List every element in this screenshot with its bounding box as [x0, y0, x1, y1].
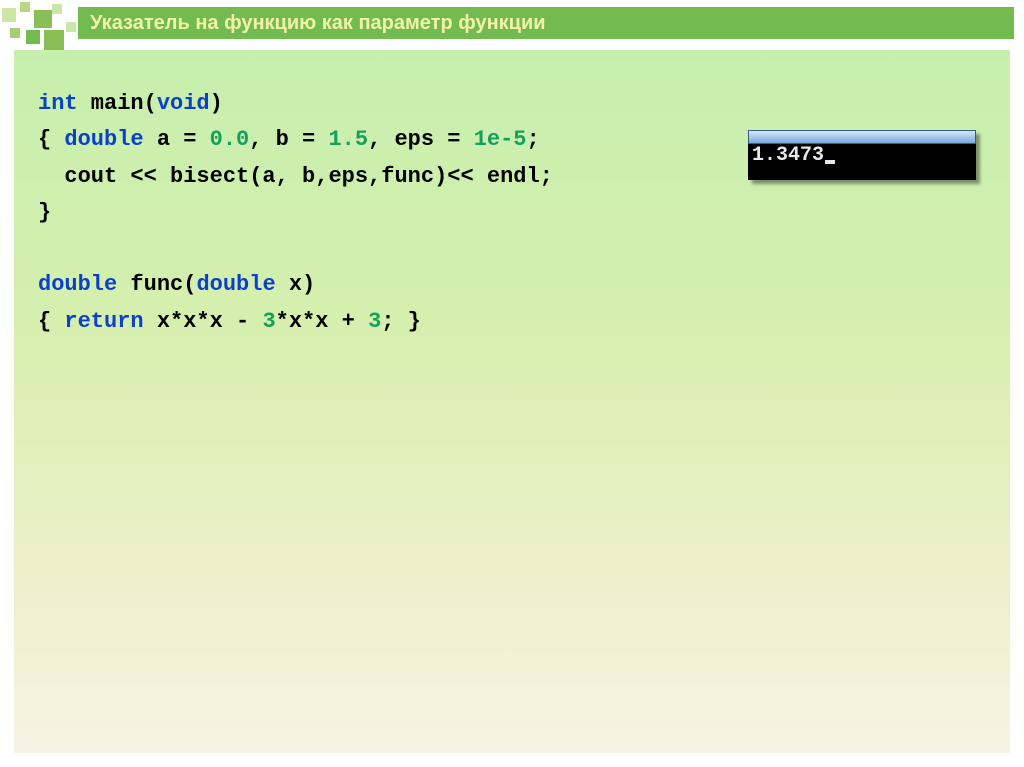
console-output: 1.3473 — [752, 146, 824, 166]
code-token: 1.5 — [328, 127, 368, 152]
code-token: ; — [527, 127, 540, 152]
code-token: 3 — [368, 309, 381, 334]
code-token: return — [64, 309, 143, 334]
code-token: cout << bisect(a, b,eps,func)<< endl; — [38, 164, 553, 189]
code-token: func( — [117, 272, 196, 297]
code-token: , eps = — [368, 127, 474, 152]
code-token: double — [38, 272, 117, 297]
code-token: x*x*x - — [144, 309, 263, 334]
title-bar: Указатель на функцию как параметр функци… — [78, 7, 1014, 39]
code-token: main( — [78, 91, 157, 116]
code-token: 3 — [262, 309, 275, 334]
code-token: x) — [276, 272, 316, 297]
code-token: } — [38, 200, 51, 225]
code-token: ) — [210, 91, 223, 116]
console-window: 1.3473 — [748, 130, 976, 180]
code-token: ; } — [381, 309, 421, 334]
code-token: { — [38, 127, 64, 152]
slide-title: Указатель на функцию как параметр функци… — [90, 12, 546, 35]
code-token: double — [64, 127, 143, 152]
code-token: *x*x + — [276, 309, 368, 334]
corner-decoration — [0, 0, 90, 48]
code-token: 0.0 — [210, 127, 250, 152]
code-token: a = — [144, 127, 210, 152]
code-token: void — [157, 91, 210, 116]
slide: Указатель на функцию как параметр функци… — [0, 0, 1024, 767]
console-titlebar — [748, 130, 976, 144]
cursor-icon — [825, 160, 835, 164]
code-token: 1e-5 — [474, 127, 527, 152]
code-token: double — [196, 272, 275, 297]
code-token: int — [38, 91, 78, 116]
console-output-area: 1.3473 — [748, 144, 976, 180]
code-block: int main(void) { double a = 0.0, b = 1.5… — [38, 86, 986, 340]
code-token: , b = — [249, 127, 328, 152]
code-token: { — [38, 309, 64, 334]
